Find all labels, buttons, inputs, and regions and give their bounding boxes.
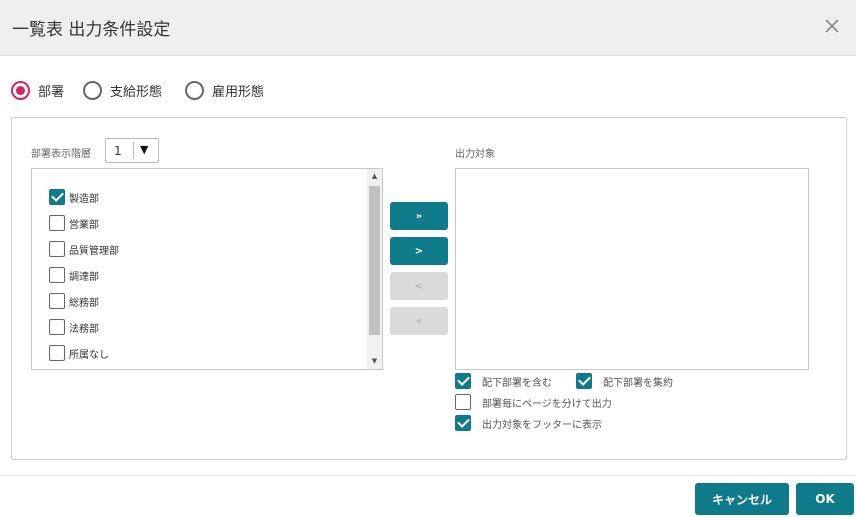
target-list[interactable] xyxy=(455,168,809,370)
list-item[interactable]: 営業部 xyxy=(49,214,99,232)
list-item[interactable]: 法務部 xyxy=(49,318,99,336)
remove-button[interactable]: < xyxy=(390,272,448,300)
radio-payment-type-indicator[interactable] xyxy=(83,80,102,100)
scroll-up-arrow-icon[interactable]: ▲ xyxy=(367,169,382,184)
list-item-label: 製造部 xyxy=(69,193,99,205)
page-per-dept-label: 部署毎にページを分けて出力 xyxy=(482,398,612,410)
radio-department[interactable]: 部署 xyxy=(11,80,64,100)
radio-payment-type[interactable]: 支給形態 xyxy=(83,80,162,100)
list-item-checkbox[interactable] xyxy=(49,215,65,231)
aggregate-sub-label: 配下部署を集約 xyxy=(603,377,673,389)
show-footer-option[interactable]: 出力対象をフッターに表示 xyxy=(455,414,602,432)
list-item-label: 営業部 xyxy=(69,219,99,231)
include-sub-option[interactable]: 配下部署を含む xyxy=(455,372,552,390)
page-per-dept-option[interactable]: 部署毎にページを分けて出力 xyxy=(455,393,612,411)
list-item[interactable]: 品質管理部 xyxy=(49,240,119,258)
show-footer-label: 出力対象をフッターに表示 xyxy=(482,419,602,431)
list-item-checkbox[interactable] xyxy=(49,319,65,335)
page-per-dept-checkbox[interactable] xyxy=(455,394,471,410)
list-item[interactable]: 所属なし xyxy=(49,344,109,362)
list-item-label: 総務部 xyxy=(69,297,99,309)
level-label: 部署表示階層 xyxy=(31,149,91,160)
remove-all-button[interactable]: « xyxy=(390,307,448,335)
show-footer-checkbox[interactable] xyxy=(455,415,471,431)
add-button[interactable]: > xyxy=(390,237,448,265)
list-item[interactable]: 製造部 xyxy=(49,188,99,206)
radio-department-label: 部署 xyxy=(38,84,65,100)
scroll-thumb[interactable] xyxy=(369,186,380,335)
list-item-label: 所属なし xyxy=(69,349,109,361)
footer-divider xyxy=(0,475,856,476)
level-select[interactable]: 1 ▼ xyxy=(105,138,159,163)
radio-employment-type-label: 雇用形態 xyxy=(212,84,265,100)
list-item-checkbox[interactable] xyxy=(49,293,65,309)
scrollbar[interactable]: ▲ ▼ xyxy=(367,169,382,369)
list-item-label: 調達部 xyxy=(69,271,99,283)
aggregate-sub-checkbox[interactable] xyxy=(576,373,592,389)
list-item[interactable]: 総務部 xyxy=(49,292,99,310)
radio-employment-type-indicator[interactable] xyxy=(185,80,204,100)
aggregate-sub-option[interactable]: 配下部署を集約 xyxy=(576,372,673,390)
list-item-label: 法務部 xyxy=(69,323,99,335)
scroll-down-arrow-icon[interactable]: ▼ xyxy=(367,354,382,369)
list-item-label: 品質管理部 xyxy=(69,245,119,257)
target-label: 出力対象 xyxy=(455,149,495,160)
add-all-button[interactable]: » xyxy=(390,202,448,230)
list-item-checkbox[interactable] xyxy=(49,267,65,283)
list-item-checkbox[interactable] xyxy=(49,345,65,361)
level-value: 1 xyxy=(114,144,122,158)
dialog-title: 一覧表 出力条件設定 xyxy=(12,20,171,40)
dropdown-arrow-icon[interactable]: ▼ xyxy=(140,143,148,156)
list-item[interactable]: 調達部 xyxy=(49,266,99,284)
list-item-checkbox[interactable] xyxy=(49,189,65,205)
cancel-button[interactable]: キャンセル xyxy=(695,483,789,515)
include-sub-checkbox[interactable] xyxy=(455,373,471,389)
radio-employment-type[interactable]: 雇用形態 xyxy=(185,80,264,100)
close-icon[interactable] xyxy=(822,16,842,36)
include-sub-label: 配下部署を含む xyxy=(482,377,552,389)
ok-button[interactable]: OK xyxy=(796,483,854,515)
source-list[interactable]: 製造部 営業部 品質管理部 調達部 総務部 法務部 所属なし ▲ ▼ xyxy=(31,168,383,370)
dialog-header: 一覧表 出力条件設定 xyxy=(0,0,856,56)
radio-department-indicator[interactable] xyxy=(11,80,30,100)
selection-panel: 部署表示階層 1 ▼ 製造部 営業部 品質管理部 調達部 総務部 法務部 所属な… xyxy=(11,117,847,460)
level-divider xyxy=(133,142,134,159)
radio-payment-type-label: 支給形態 xyxy=(110,84,163,100)
list-item-checkbox[interactable] xyxy=(49,241,65,257)
